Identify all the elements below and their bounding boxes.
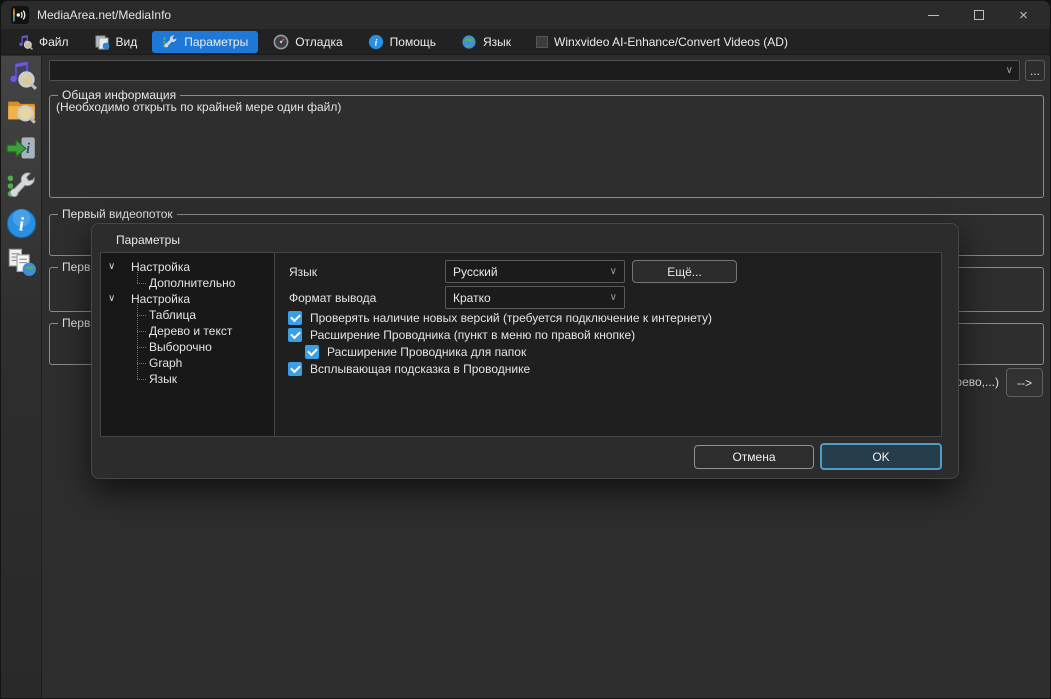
menu-debug-label: Отладка bbox=[295, 35, 342, 49]
view-pages-icon bbox=[94, 34, 110, 50]
options-wrench-icon bbox=[6, 170, 37, 201]
tree-item-derevo-i-tekst[interactable]: Дерево и текст bbox=[101, 323, 274, 339]
menu-file-label: Файл bbox=[39, 35, 69, 49]
chevron-down-icon[interactable]: ∨ bbox=[108, 291, 115, 307]
open-folder-icon bbox=[6, 95, 37, 126]
minimize-button[interactable] bbox=[911, 1, 956, 29]
window-controls: × bbox=[911, 1, 1046, 29]
open-file-button[interactable] bbox=[6, 59, 37, 90]
chevron-down-icon[interactable]: ∨ bbox=[108, 259, 115, 275]
tree-item-vyborochno[interactable]: Выборочно bbox=[101, 339, 274, 355]
open-file-icon bbox=[6, 59, 37, 90]
output-format-label: Формат вывода bbox=[289, 291, 376, 305]
options-tree: ∨ Настройка Дополнительно ∨ Настройка Та… bbox=[100, 252, 275, 437]
group-video-title: Первый видеопоток bbox=[58, 207, 177, 221]
menu-language-label: Язык bbox=[483, 35, 511, 49]
tree-item-nastroyka-2[interactable]: ∨ Настройка bbox=[101, 291, 274, 307]
tree-item-yazyk[interactable]: Язык bbox=[101, 371, 274, 387]
menu-options[interactable]: Параметры bbox=[152, 31, 258, 53]
checkbox-explorer-tooltip[interactable]: Всплывающая подсказка в Проводнике bbox=[288, 361, 530, 376]
checkbox-checked-icon[interactable] bbox=[288, 311, 302, 325]
options-dialog: Параметры ∨ Настройка Дополнительно ∨ На… bbox=[91, 223, 959, 479]
menu-winxvideo-ad[interactable]: Winxvideo AI-Enhance/Convert Videos (AD) bbox=[526, 32, 798, 52]
menu-bar: Файл Вид Параметры Отладка bbox=[1, 29, 1050, 55]
svg-text:i: i bbox=[19, 215, 25, 236]
minimize-icon bbox=[928, 15, 939, 16]
mediainfo-logo-icon bbox=[11, 6, 29, 24]
chevron-down-icon: ∨ bbox=[610, 292, 617, 303]
svg-text:i: i bbox=[26, 141, 30, 157]
maximize-icon bbox=[974, 10, 984, 20]
output-format-select[interactable]: Кратко ∨ bbox=[445, 286, 625, 309]
tree-item-dopolnitelno[interactable]: Дополнительно bbox=[101, 275, 274, 291]
export-info-icon: i bbox=[6, 133, 37, 164]
compare-docs-globe-icon bbox=[6, 246, 37, 277]
about-info-icon: i bbox=[6, 208, 37, 239]
music-file-search-icon bbox=[17, 34, 33, 50]
menu-help[interactable]: i Помощь bbox=[358, 31, 446, 53]
menu-language[interactable]: Язык bbox=[451, 31, 521, 53]
browse-button[interactable]: ... bbox=[1025, 60, 1045, 81]
view-switch-button[interactable]: --> bbox=[1006, 368, 1043, 397]
checkbox-explorer-extension[interactable]: Расширение Проводника (пункт в меню по п… bbox=[288, 327, 635, 342]
ad-square-icon bbox=[536, 36, 548, 48]
ok-button[interactable]: OK bbox=[820, 443, 942, 470]
file-path-combobox[interactable]: ∨ bbox=[49, 60, 1020, 81]
browse-label: ... bbox=[1030, 64, 1040, 78]
window-title: MediaArea.net/MediaInfo bbox=[37, 8, 171, 22]
checkbox-check-updates[interactable]: Проверять наличие новых версий (требуетс… bbox=[288, 310, 712, 325]
options-button[interactable] bbox=[6, 170, 37, 201]
wrench-options-icon bbox=[162, 34, 178, 50]
checkbox-checked-icon[interactable] bbox=[288, 362, 302, 376]
about-button[interactable]: i bbox=[6, 208, 37, 239]
menu-view[interactable]: Вид bbox=[84, 31, 148, 53]
options-content-panel: Язык Русский ∨ Ещё... Формат вывода Крат… bbox=[275, 252, 942, 437]
close-icon: × bbox=[1019, 8, 1028, 23]
globe-language-icon bbox=[461, 34, 477, 50]
title-bar: MediaArea.net/MediaInfo × bbox=[1, 1, 1050, 29]
checkbox-checked-icon[interactable] bbox=[288, 328, 302, 342]
app-window: MediaArea.net/MediaInfo × Файл Вид bbox=[0, 0, 1051, 699]
left-toolbar: i i bbox=[1, 56, 42, 698]
info-circle-icon: i bbox=[368, 34, 384, 50]
group-general-text: (Необходимо открыть по крайней мере один… bbox=[56, 100, 341, 114]
language-label: Язык bbox=[289, 265, 317, 279]
compare-button[interactable] bbox=[6, 246, 37, 277]
menu-options-label: Параметры bbox=[184, 35, 248, 49]
tree-item-tablica[interactable]: Таблица bbox=[101, 307, 274, 323]
checkbox-explorer-folders[interactable]: Расширение Проводника для папок bbox=[305, 344, 526, 359]
menu-debug[interactable]: Отладка bbox=[263, 31, 352, 53]
dialog-title: Параметры bbox=[116, 233, 180, 247]
checkbox-checked-icon[interactable] bbox=[305, 345, 319, 359]
export-button[interactable]: i bbox=[6, 133, 37, 164]
svg-text:i: i bbox=[374, 37, 377, 47]
arrow-right-icon: --> bbox=[1017, 376, 1032, 390]
group-general-info: Общая информация (Необходимо открыть по … bbox=[49, 95, 1044, 198]
maximize-button[interactable] bbox=[956, 1, 1001, 29]
language-select-value: Русский bbox=[453, 265, 498, 279]
menu-file[interactable]: Файл bbox=[7, 31, 79, 53]
open-folder-button[interactable] bbox=[6, 95, 37, 126]
chevron-down-icon: ∨ bbox=[610, 266, 617, 277]
language-select[interactable]: Русский ∨ bbox=[445, 260, 625, 283]
close-button[interactable]: × bbox=[1001, 1, 1046, 29]
chevron-down-icon: ∨ bbox=[1006, 65, 1013, 76]
gauge-debug-icon bbox=[273, 34, 289, 50]
output-format-select-value: Кратко bbox=[453, 291, 491, 305]
tree-item-graph[interactable]: Graph bbox=[101, 355, 274, 371]
menu-winxvideo-label: Winxvideo AI-Enhance/Convert Videos (AD) bbox=[554, 35, 788, 49]
more-languages-button[interactable]: Ещё... bbox=[632, 260, 737, 283]
menu-view-label: Вид bbox=[116, 35, 138, 49]
tree-item-nastroyka-1[interactable]: ∨ Настройка bbox=[101, 259, 274, 275]
menu-help-label: Помощь bbox=[390, 35, 436, 49]
cancel-button[interactable]: Отмена bbox=[694, 445, 814, 469]
